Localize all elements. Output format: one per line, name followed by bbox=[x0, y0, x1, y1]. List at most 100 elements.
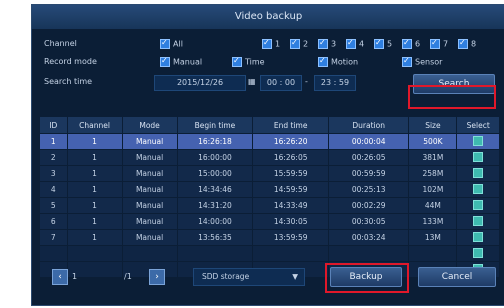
cell-begin: 14:34:46 bbox=[176, 181, 254, 198]
date-field[interactable]: 2015/12/26 bbox=[154, 75, 246, 91]
select-checkbox[interactable] bbox=[473, 231, 484, 242]
channel-3-checkbox[interactable]: 3 bbox=[318, 38, 336, 49]
table-row[interactable]: 1 1 Manual 16:26:18 16:26:20 00:00:04 500K bbox=[39, 133, 500, 150]
next-page-button[interactable]: › bbox=[149, 269, 165, 285]
cell-end: 16:26:20 bbox=[252, 133, 330, 150]
cell-channel: 1 bbox=[66, 181, 123, 198]
select-checkbox[interactable] bbox=[473, 199, 484, 210]
cell-duration: 00:30:05 bbox=[328, 213, 410, 230]
page-current: 1 bbox=[72, 272, 78, 281]
mode-motion-checkbox[interactable]: Motion bbox=[318, 56, 358, 67]
col-header-id: ID bbox=[39, 116, 68, 134]
cell-select bbox=[456, 133, 500, 150]
cell-duration: 00:02:29 bbox=[328, 197, 410, 214]
table-row[interactable]: 5 1 Manual 14:31:20 14:33:49 00:02:29 44M bbox=[39, 197, 500, 214]
checkbox-icon bbox=[318, 38, 328, 49]
mode-manual-checkbox[interactable]: Manual bbox=[160, 56, 202, 67]
cell-mode: Manual bbox=[121, 181, 178, 198]
table-row[interactable]: 6 1 Manual 14:00:00 14:30:05 00:30:05 133M bbox=[39, 213, 500, 230]
table-header-row: ID Channel Mode Begin time End time Dura… bbox=[39, 116, 500, 134]
mode-sensor-checkbox[interactable]: Sensor bbox=[402, 56, 442, 67]
cell-size: 13M bbox=[408, 229, 458, 246]
checkbox-icon bbox=[346, 38, 356, 49]
cell-id: 5 bbox=[39, 197, 68, 214]
window-title: Video backup bbox=[32, 5, 504, 29]
table-row[interactable]: 2 1 Manual 16:00:00 16:26:05 00:26:05 381M bbox=[39, 149, 500, 166]
table-row[interactable]: 7 1 Manual 13:56:35 13:59:59 00:03:24 13M bbox=[39, 229, 500, 246]
prev-page-button[interactable]: ‹ bbox=[52, 269, 68, 285]
cancel-button[interactable]: Cancel bbox=[418, 267, 496, 287]
start-time-field[interactable]: 00 : 00 bbox=[260, 75, 302, 91]
mode-time-checkbox[interactable]: Time bbox=[232, 56, 265, 67]
table-row[interactable]: 4 1 Manual 14:34:46 14:59:59 00:25:13 102M bbox=[39, 181, 500, 198]
cell-begin: 15:00:00 bbox=[176, 165, 254, 182]
select-checkbox[interactable] bbox=[473, 151, 484, 162]
cell-begin: 16:26:18 bbox=[176, 133, 254, 150]
cell-duration: 00:25:13 bbox=[328, 181, 410, 198]
channel-1-checkbox[interactable]: 1 bbox=[262, 38, 280, 49]
select-checkbox[interactable] bbox=[473, 247, 484, 258]
select-checkbox[interactable] bbox=[473, 135, 484, 146]
channel-label: Channel bbox=[44, 39, 77, 48]
cell-channel: 1 bbox=[66, 165, 123, 182]
cell-select bbox=[456, 165, 500, 182]
channel-5-checkbox[interactable]: 5 bbox=[374, 38, 392, 49]
storage-select[interactable]: SDD storage ▼ bbox=[193, 268, 305, 286]
page-total: /1 bbox=[124, 272, 132, 281]
cell-select bbox=[456, 213, 500, 230]
checkbox-icon bbox=[262, 38, 272, 49]
select-checkbox[interactable] bbox=[473, 167, 484, 178]
cell-end: 14:59:59 bbox=[252, 181, 330, 198]
record-mode-row: Record mode Manual Time Motion Sensor bbox=[32, 53, 504, 71]
cell-mode: Manual bbox=[121, 197, 178, 214]
cell-begin: 16:00:00 bbox=[176, 149, 254, 166]
cell-end: 13:59:59 bbox=[252, 229, 330, 246]
checkbox-icon bbox=[458, 38, 468, 49]
record-mode-label: Record mode bbox=[44, 57, 97, 66]
backup-highlight-box bbox=[325, 263, 409, 293]
cell-mode: Manual bbox=[121, 133, 178, 150]
checkbox-icon bbox=[318, 56, 328, 67]
channel-4-checkbox[interactable]: 4 bbox=[346, 38, 364, 49]
cell-mode: Manual bbox=[121, 229, 178, 246]
cell-mode: Manual bbox=[121, 213, 178, 230]
cell-id: 1 bbox=[39, 133, 68, 150]
cell-channel: 1 bbox=[66, 197, 123, 214]
channel-2-checkbox[interactable]: 2 bbox=[290, 38, 308, 49]
col-header-begin-time: Begin time bbox=[176, 116, 254, 134]
checkbox-icon bbox=[160, 38, 170, 49]
channel-7-checkbox[interactable]: 7 bbox=[430, 38, 448, 49]
checkbox-icon bbox=[402, 56, 412, 67]
cell-end: 15:59:59 bbox=[252, 165, 330, 182]
cell-id: 3 bbox=[39, 165, 68, 182]
col-header-size: Size bbox=[408, 116, 458, 134]
cell-size: 500K bbox=[408, 133, 458, 150]
cell-begin: 13:56:35 bbox=[176, 229, 254, 246]
col-header-select: Select bbox=[456, 116, 500, 134]
cell-channel: 1 bbox=[66, 213, 123, 230]
checkbox-icon bbox=[402, 38, 412, 49]
table-row[interactable]: 3 1 Manual 15:00:00 15:59:59 00:59:59 258M bbox=[39, 165, 500, 182]
cell-select bbox=[456, 229, 500, 246]
cell-duration: 00:00:04 bbox=[328, 133, 410, 150]
col-header-duration: Duration bbox=[328, 116, 410, 134]
channel-8-checkbox[interactable]: 8 bbox=[458, 38, 476, 49]
select-checkbox[interactable] bbox=[473, 183, 484, 194]
end-time-field[interactable]: 23 : 59 bbox=[314, 75, 356, 91]
channel-row: Channel All 1 2 3 4 5 6 7 8 bbox=[32, 35, 504, 53]
cell-select bbox=[456, 197, 500, 214]
cell-size: 381M bbox=[408, 149, 458, 166]
cell-size: 258M bbox=[408, 165, 458, 182]
cell-mode: Manual bbox=[121, 165, 178, 182]
checkbox-icon bbox=[160, 56, 170, 67]
cell-begin: 14:31:20 bbox=[176, 197, 254, 214]
cell-end: 14:33:49 bbox=[252, 197, 330, 214]
channel-all-checkbox[interactable]: All bbox=[160, 38, 183, 49]
cell-id: 7 bbox=[39, 229, 68, 246]
video-backup-window: Video backup Channel All 1 2 3 4 5 6 7 8… bbox=[31, 4, 504, 306]
cell-channel: 1 bbox=[66, 133, 123, 150]
cell-end: 16:26:05 bbox=[252, 149, 330, 166]
calendar-icon[interactable]: ▦ bbox=[248, 77, 256, 86]
select-checkbox[interactable] bbox=[473, 215, 484, 226]
channel-6-checkbox[interactable]: 6 bbox=[402, 38, 420, 49]
